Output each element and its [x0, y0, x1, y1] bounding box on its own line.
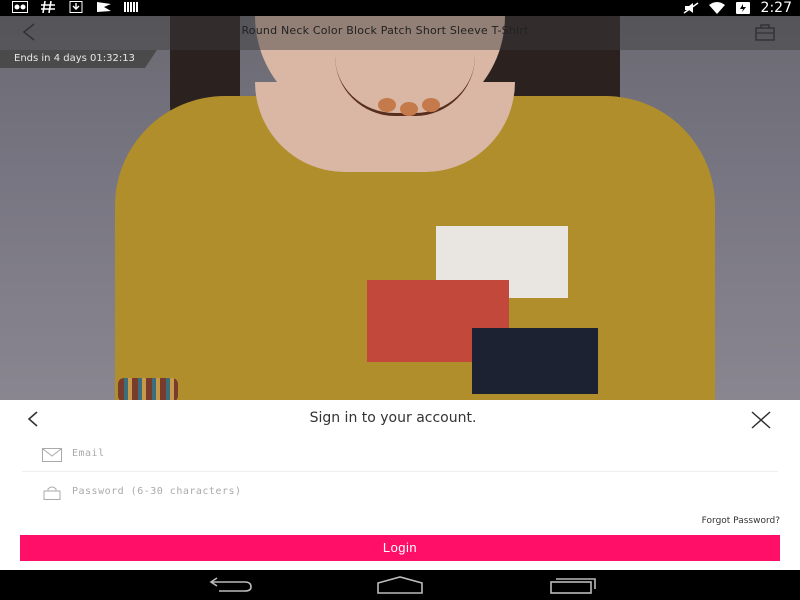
shopping-bag-icon[interactable] [754, 22, 776, 42]
flag-icon [97, 2, 111, 12]
back-arrow-icon[interactable] [18, 20, 42, 44]
email-field [22, 436, 778, 472]
silent-icon [683, 2, 698, 14]
nav-home-icon[interactable] [375, 575, 425, 595]
status-bar: 2:27 [0, 0, 800, 16]
lock-icon [43, 486, 61, 500]
sale-countdown: Ends in 4 days 01:32:13 [0, 50, 157, 68]
wifi-icon [708, 2, 725, 14]
nav-back-icon[interactable] [205, 575, 255, 595]
envelope-icon [42, 448, 62, 462]
system-nav-bar [0, 570, 800, 600]
password-input[interactable] [72, 480, 672, 502]
download-icon [69, 1, 83, 13]
password-field [22, 474, 778, 510]
battery-icon [735, 2, 750, 14]
signin-sheet: Sign in to your account. Forgot Password… [0, 400, 800, 570]
barcode-icon [124, 2, 138, 12]
photo-icon [12, 1, 28, 13]
login-button[interactable]: Login [20, 535, 780, 561]
hash-icon [41, 1, 55, 13]
close-icon[interactable] [750, 410, 772, 430]
header-bar: Round Neck Color Block Patch Short Sleev… [0, 16, 800, 50]
email-input[interactable] [72, 442, 672, 464]
product-image [0, 16, 800, 400]
signin-title: Sign in to your account. [309, 410, 477, 426]
status-time: 2:27 [760, 0, 792, 16]
page-title: Round Neck Color Block Patch Short Sleev… [241, 24, 529, 37]
nav-recents-icon[interactable] [548, 575, 598, 595]
forgot-password-link[interactable]: Forgot Password? [702, 516, 780, 526]
